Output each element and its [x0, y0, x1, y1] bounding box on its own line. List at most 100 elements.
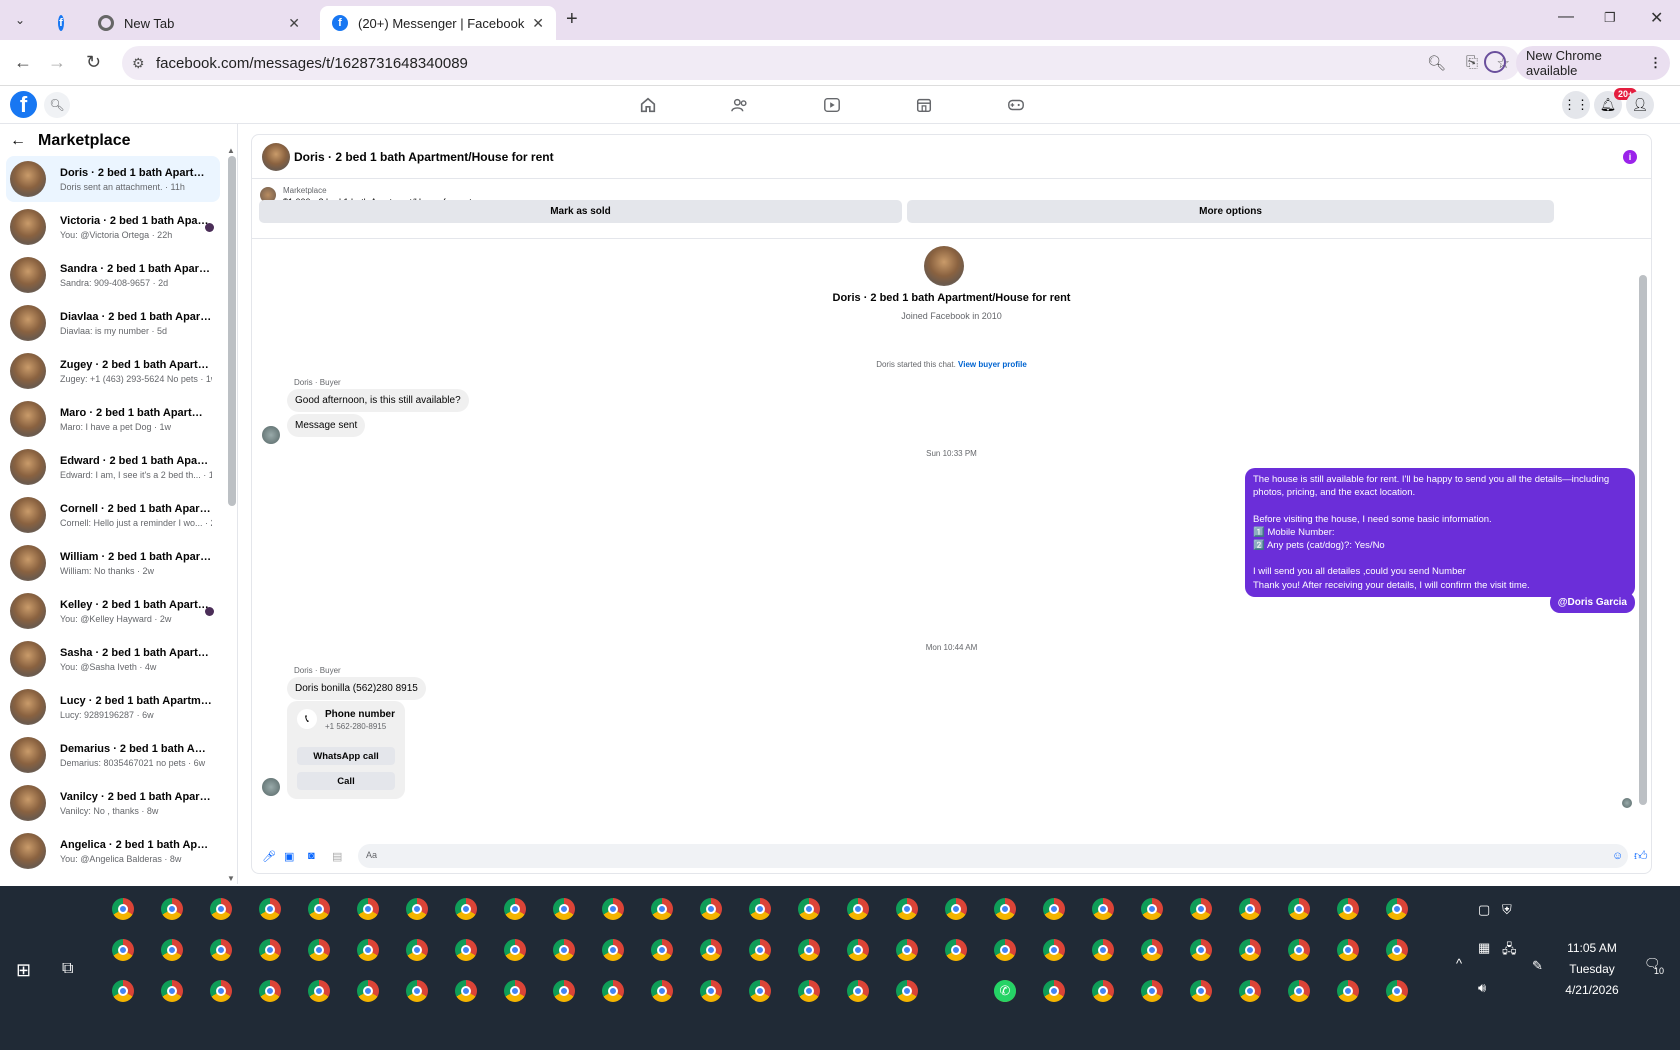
sender-avatar[interactable] — [262, 778, 280, 796]
chrome-taskbar-icon[interactable] — [896, 939, 918, 961]
call-button[interactable]: Call — [297, 772, 395, 790]
profile-avatar[interactable] — [924, 246, 964, 286]
sidebar-scrollbar[interactable] — [228, 156, 236, 506]
chrome-taskbar-icon[interactable] — [651, 939, 673, 961]
conversation-item[interactable]: William · 2 bed 1 bath Apartme... William… — [6, 540, 220, 586]
chrome-taskbar-icon[interactable] — [308, 939, 330, 961]
conversation-item[interactable]: Diavlaa · 2 bed 1 bath Apartme... Diavlaa… — [6, 300, 220, 346]
apps-menu-icon[interactable]: ⋮⋮ — [1562, 91, 1590, 119]
whatsapp-taskbar-icon[interactable]: ✆ — [994, 980, 1016, 1002]
chrome-taskbar-icon[interactable] — [210, 939, 232, 961]
minimize-button[interactable]: — — [1558, 8, 1574, 26]
chrome-taskbar-icon[interactable] — [1386, 939, 1408, 961]
chrome-taskbar-icon[interactable] — [994, 898, 1016, 920]
chat-title[interactable]: Doris · 2 bed 1 bath Apartment/House for… — [294, 150, 554, 164]
install-app-icon[interactable]: ⎘ — [1466, 54, 1478, 71]
scroll-up-arrow[interactable]: ▲ — [227, 146, 235, 155]
chrome-taskbar-icon[interactable] — [112, 980, 134, 1002]
chrome-taskbar-icon[interactable] — [406, 898, 428, 920]
new-tab-button[interactable]: + — [566, 8, 578, 31]
chrome-taskbar-icon[interactable] — [455, 898, 477, 920]
chrome-taskbar-icon[interactable] — [798, 980, 820, 1002]
chrome-taskbar-icon[interactable] — [1141, 939, 1163, 961]
chrome-taskbar-icon[interactable] — [112, 898, 134, 920]
conversation-item[interactable]: Doris · 2 bed 1 bath Apartment... Doris s… — [6, 156, 220, 202]
chrome-taskbar-icon[interactable] — [847, 939, 869, 961]
chrome-taskbar-icon[interactable] — [161, 980, 183, 1002]
back-button[interactable]: ← — [14, 52, 32, 73]
chrome-taskbar-icon[interactable] — [602, 939, 624, 961]
chrome-taskbar-icon[interactable] — [1190, 980, 1212, 1002]
chrome-taskbar-icon[interactable] — [504, 939, 526, 961]
network-icon[interactable]: 🖧︎ — [1502, 940, 1517, 962]
conversation-item[interactable]: Vanilcy · 2 bed 1 bath Apartme... Vanilcy… — [6, 780, 220, 826]
close-tab-icon[interactable]: ✕ — [532, 15, 544, 32]
facebook-logo[interactable]: f — [10, 91, 37, 118]
chrome-taskbar-icon[interactable] — [896, 898, 918, 920]
chrome-taskbar-icon[interactable] — [994, 939, 1016, 961]
search-icon[interactable]: 🔍︎ — [44, 92, 70, 118]
chrome-taskbar-icon[interactable] — [308, 898, 330, 920]
close-tab-icon[interactable]: ✕ — [288, 15, 300, 32]
video-icon[interactable] — [822, 95, 842, 115]
chrome-taskbar-icon[interactable] — [700, 939, 722, 961]
chrome-taskbar-icon[interactable] — [896, 980, 918, 1002]
chrome-taskbar-icon[interactable] — [161, 898, 183, 920]
chrome-taskbar-icon[interactable] — [1092, 939, 1114, 961]
chrome-taskbar-icon[interactable] — [1043, 980, 1065, 1002]
chrome-taskbar-icon[interactable] — [357, 939, 379, 961]
more-options-button[interactable]: More options — [907, 200, 1554, 223]
reload-button[interactable]: ↻ — [86, 52, 101, 73]
restore-button[interactable]: ❐ — [1604, 10, 1616, 26]
tab-facebook-pinned[interactable]: f — [46, 6, 86, 40]
chrome-taskbar-icon[interactable] — [1141, 898, 1163, 920]
task-view-icon[interactable]: ⧉ — [62, 960, 73, 978]
security-shield-icon[interactable]: ⛨ — [1502, 902, 1512, 918]
incoming-message[interactable]: Good afternoon, is this still available? — [287, 389, 469, 412]
chrome-taskbar-icon[interactable] — [1239, 898, 1261, 920]
chrome-taskbar-icon[interactable] — [553, 980, 575, 1002]
chrome-taskbar-icon[interactable] — [602, 898, 624, 920]
info-icon[interactable]: i — [1623, 150, 1637, 164]
chrome-taskbar-icon[interactable] — [1141, 980, 1163, 1002]
scroll-down-arrow[interactable]: ▼ — [227, 874, 235, 883]
mark-as-sold-button[interactable]: Mark as sold — [259, 200, 902, 223]
profile-icon[interactable] — [1484, 51, 1506, 73]
chrome-taskbar-icon[interactable] — [406, 980, 428, 1002]
message-input[interactable]: Aa — [358, 844, 1628, 868]
chrome-taskbar-icon[interactable] — [259, 939, 281, 961]
chrome-taskbar-icon[interactable] — [798, 939, 820, 961]
chrome-taskbar-icon[interactable] — [1337, 939, 1359, 961]
chrome-taskbar-icon[interactable] — [1239, 939, 1261, 961]
gif-icon[interactable]: ▤ — [332, 850, 342, 863]
incoming-message[interactable]: Doris bonilla (562)280 8915 — [287, 677, 426, 700]
sender-avatar[interactable] — [262, 426, 280, 444]
chrome-taskbar-icon[interactable] — [1386, 898, 1408, 920]
chrome-taskbar-icon[interactable] — [847, 980, 869, 1002]
tab-search-dropdown[interactable]: ⌄ — [10, 10, 30, 30]
chrome-taskbar-icon[interactable] — [210, 980, 232, 1002]
system-clock[interactable]: 11:05 AM Tuesday 4/21/2026 — [1552, 938, 1632, 1001]
sticker-icon[interactable]: ◙ — [308, 850, 315, 862]
chrome-taskbar-icon[interactable] — [357, 980, 379, 1002]
conversation-item[interactable]: Maro · 2 bed 1 bath Apartment... Maro: I … — [6, 396, 220, 442]
chrome-taskbar-icon[interactable] — [1043, 898, 1065, 920]
conversation-item[interactable]: Sandra · 2 bed 1 bath Apartme... Sandra: … — [6, 252, 220, 298]
emoji-icon[interactable]: ☺ — [1612, 850, 1623, 862]
chrome-taskbar-icon[interactable] — [1043, 939, 1065, 961]
chrome-taskbar-icon[interactable] — [847, 898, 869, 920]
home-icon[interactable] — [638, 95, 658, 115]
show-hidden-icons[interactable]: ^ — [1456, 956, 1462, 971]
conversation-item[interactable]: Angelica · 2 bed 1 bath Apartm... You: @A… — [6, 828, 220, 874]
chrome-taskbar-icon[interactable] — [259, 980, 281, 1002]
forward-button[interactable]: → — [48, 52, 66, 73]
chrome-taskbar-icon[interactable] — [1288, 980, 1310, 1002]
conversation-item[interactable]: Zugey · 2 bed 1 bath Apartmen... Zugey: +… — [6, 348, 220, 394]
chrome-taskbar-icon[interactable] — [1288, 898, 1310, 920]
conversation-item[interactable]: Victoria · 2 bed 1 bath Apart... You: @Vi… — [6, 204, 220, 250]
chrome-taskbar-icon[interactable] — [749, 980, 771, 1002]
app-tray-icon[interactable]: ▦ — [1478, 940, 1490, 956]
conversation-item[interactable]: Edward · 2 bed 1 bath Apartme... Edward: … — [6, 444, 220, 490]
account-avatar[interactable]: 👤︎ — [1626, 91, 1654, 119]
view-buyer-profile-link[interactable]: View buyer profile — [958, 360, 1027, 369]
